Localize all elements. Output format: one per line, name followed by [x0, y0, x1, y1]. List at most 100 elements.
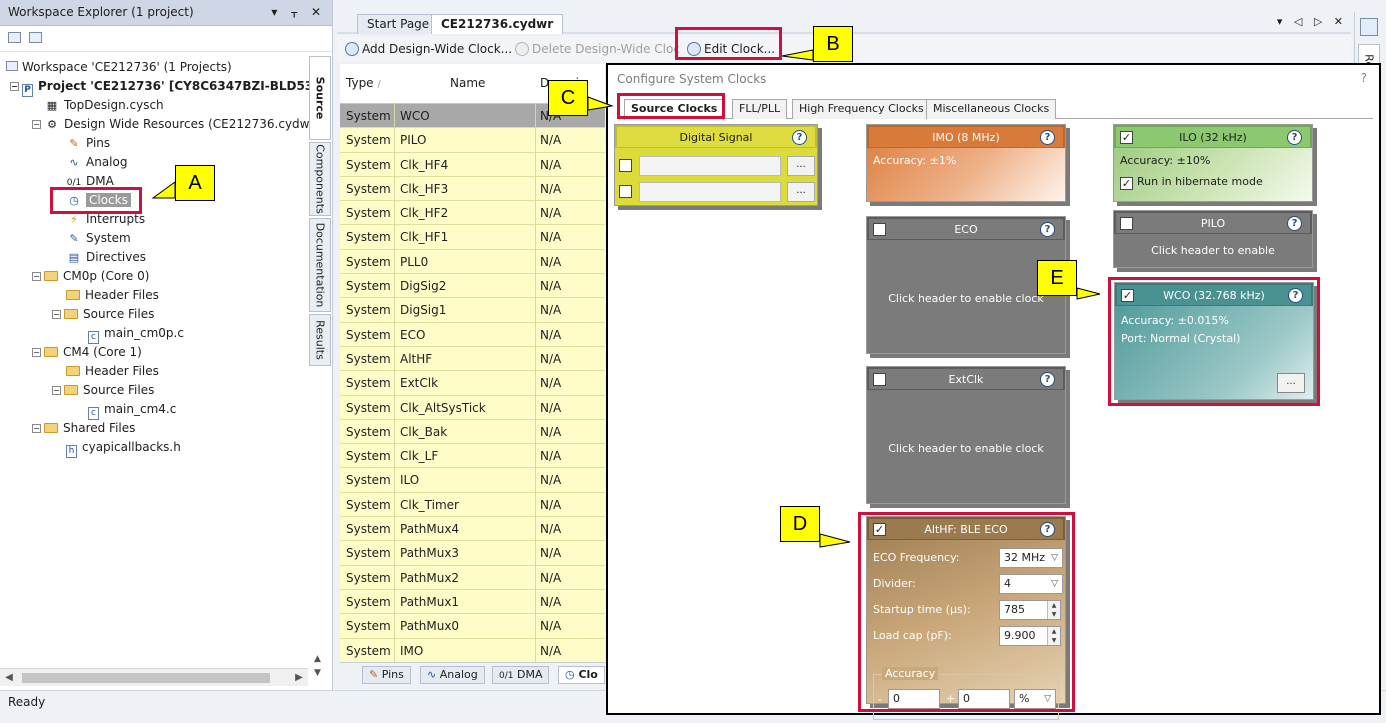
table-row[interactable]: System Clk_Bak N/A [340, 419, 605, 445]
document-window-controls[interactable]: ▾ ◁ ▷ ✕ [1277, 15, 1347, 28]
collapse-all-icon[interactable] [8, 32, 21, 43]
tree-item-design-wide-resources[interactable]: − ⚙ Design Wide Resources (CE212736.cydwr) [0, 115, 319, 134]
digsig1-checkbox[interactable] [619, 159, 632, 172]
tab-cydwr[interactable]: CE212736.cydwr [431, 14, 564, 34]
table-row[interactable]: System AltHF N/A [340, 346, 605, 372]
add-design-wide-clock-button[interactable]: Add Design-Wide Clock... [345, 40, 512, 58]
table-row[interactable]: System DigSig1 N/A [340, 298, 605, 323]
tree-item-shared-files[interactable]: − Shared Files [0, 419, 308, 438]
help-icon[interactable]: ? [1287, 216, 1302, 231]
tree-item-workspace[interactable]: Workspace 'CE212736' (1 Projects) [0, 58, 308, 77]
table-row[interactable]: System PathMux2 N/A [340, 565, 605, 590]
tree-item-interrupts[interactable]: ⚡ Interrupts [0, 210, 308, 229]
collapse-toggle-icon[interactable]: − [32, 424, 41, 433]
digsig2-input[interactable] [639, 182, 781, 202]
extclk-header[interactable]: ExtClk ? [867, 367, 1065, 390]
table-row[interactable]: System Clk_Timer N/A [340, 492, 605, 518]
tab-pins[interactable]: ✎ Pins [362, 666, 411, 684]
table-row[interactable]: System Clk_HF2 N/A [340, 201, 605, 226]
ilo-enable-checkbox[interactable]: ✓ [1120, 131, 1133, 144]
ilo-header[interactable]: ✓ ILO (32 kHz) ? [1114, 125, 1312, 148]
dialog-help-button[interactable]: ? [1361, 71, 1367, 85]
tree-item-main-cm0p[interactable]: c main_cm0p.c [0, 324, 308, 344]
table-row[interactable]: System Clk_AltSysTick N/A [340, 395, 605, 420]
collapse-toggle-icon[interactable]: − [52, 310, 61, 319]
table-row[interactable]: System ECO N/A [340, 322, 605, 347]
digital-signal-header[interactable]: Digital Signal ? [615, 125, 817, 148]
imo-header[interactable]: IMO (8 MHz) ? [867, 125, 1065, 148]
help-icon[interactable]: ? [1040, 372, 1055, 387]
table-row[interactable]: System DigSig2 N/A [340, 274, 605, 299]
digsig2-checkbox[interactable] [619, 185, 632, 198]
delete-design-wide-clock-button[interactable]: Delete Design-Wide Cloc [515, 40, 680, 58]
tab-clocks[interactable]: ◷ Clo [558, 666, 605, 684]
table-row[interactable]: System PathMux3 N/A [340, 541, 605, 566]
tab-dma[interactable]: 0/1 DMA [492, 666, 550, 684]
tree-item-pins[interactable]: ✎ Pins [0, 134, 308, 153]
collapse-toggle-icon[interactable]: − [32, 120, 41, 129]
collapse-toggle-icon[interactable]: − [32, 272, 41, 281]
extclk-enable-checkbox[interactable] [873, 373, 886, 386]
tree-item-analog[interactable]: ∿ Analog [0, 153, 308, 172]
column-header-type[interactable]: Type / [346, 76, 381, 90]
digsig1-input[interactable] [639, 156, 781, 176]
digsig1-browse-button[interactable]: ... [787, 156, 815, 176]
scroll-left-icon[interactable]: ◀ [0, 669, 18, 687]
help-icon[interactable]: ? [1040, 130, 1055, 145]
table-row[interactable]: System ILO N/A [340, 468, 605, 493]
ilo-hibernate-option[interactable]: ✓ Run in hibernate mode [1120, 175, 1263, 190]
table-row[interactable]: System PathMux0 N/A [340, 614, 605, 639]
tab-results[interactable]: Results [309, 314, 331, 366]
help-icon[interactable]: ? [1040, 222, 1055, 237]
table-row[interactable]: System PathMux4 N/A [340, 517, 605, 542]
ilo-hibernate-checkbox[interactable]: ✓ [1120, 177, 1133, 190]
tree-item-directives[interactable]: ▤ Directives [0, 248, 308, 267]
digsig2-browse-button[interactable]: ... [787, 182, 815, 202]
explorer-horizontal-scrollbar[interactable]: ◀ ▶ [0, 668, 308, 686]
pilo-enable-checkbox[interactable] [1120, 217, 1133, 230]
properties-icon[interactable] [28, 32, 42, 43]
column-header-name[interactable]: Name [450, 76, 485, 90]
scroll-down-icon[interactable]: ▼ [314, 668, 321, 678]
pilo-header[interactable]: PILO ? [1114, 211, 1312, 234]
tree-item-system[interactable]: ✎ System [0, 229, 308, 248]
scroll-up-icon[interactable]: ▲ [314, 654, 321, 664]
tree-item-project[interactable]: − P Project 'CE212736' [CY8C6347BZI-BLD53] [0, 77, 319, 97]
collapse-toggle-icon[interactable]: − [10, 82, 19, 91]
scroll-right-icon[interactable]: ▶ [290, 669, 308, 687]
tree-item-cm0p[interactable]: − CM0p (Core 0) [0, 267, 308, 286]
eco-header[interactable]: ECO ? [867, 217, 1065, 240]
table-row[interactable]: System ExtClk N/A [340, 371, 605, 396]
tree-item-dma[interactable]: 0/1 DMA [0, 172, 308, 191]
collapse-toggle-icon[interactable]: − [32, 348, 41, 357]
tree-item-cm4[interactable]: − CM4 (Core 1) [0, 343, 308, 362]
tab-analog[interactable]: ∿ Analog [420, 666, 485, 684]
tree-item-cm4-header-files[interactable]: Header Files [0, 362, 308, 381]
tree-item-clocks[interactable]: ◷ Clocks [0, 191, 308, 210]
tab-documentation[interactable]: Documentation [309, 218, 331, 312]
tree-item-cm0p-header-files[interactable]: Header Files [0, 286, 308, 305]
scrollbar-thumb[interactable] [22, 673, 270, 683]
eco-enable-checkbox[interactable] [873, 223, 886, 236]
tree-item-main-cm4[interactable]: c main_cm4.c [0, 400, 308, 420]
tab-source[interactable]: Source [309, 56, 331, 140]
table-row[interactable]: System IMO N/A [340, 638, 605, 663]
tab-fll-pll[interactable]: FLL/PLL [732, 99, 788, 119]
tree-item-cm4-source-files[interactable]: − Source Files [0, 381, 308, 400]
table-row[interactable]: System Clk_HF1 N/A [340, 225, 605, 250]
table-row[interactable]: System Clk_HF3 N/A [340, 176, 605, 202]
table-row[interactable]: System Clk_HF4 N/A [340, 152, 605, 177]
collapse-toggle-icon[interactable]: − [52, 386, 61, 395]
table-row[interactable]: System Clk_LF N/A [340, 444, 605, 469]
tab-high-frequency-clocks[interactable]: High Frequency Clocks [792, 99, 931, 119]
table-row[interactable]: System PathMux1 N/A [340, 589, 605, 615]
tab-miscellaneous-clocks[interactable]: Miscellaneous Clocks [926, 99, 1057, 119]
table-row[interactable]: System PILO N/A [340, 128, 605, 153]
tab-components[interactable]: Components [309, 142, 331, 216]
tree-item-cyapicallbacks[interactable]: h cyapicallbacks.h [0, 438, 308, 458]
explorer-window-controls[interactable]: ▾ ᚁ ✕ [271, 0, 326, 24]
table-row[interactable]: System PLL0 N/A [340, 249, 605, 275]
tab-start-page[interactable]: Start Page [357, 14, 440, 34]
tree-item-topdesign[interactable]: ▦ TopDesign.cysch [0, 96, 308, 115]
help-icon[interactable]: ? [792, 130, 807, 145]
